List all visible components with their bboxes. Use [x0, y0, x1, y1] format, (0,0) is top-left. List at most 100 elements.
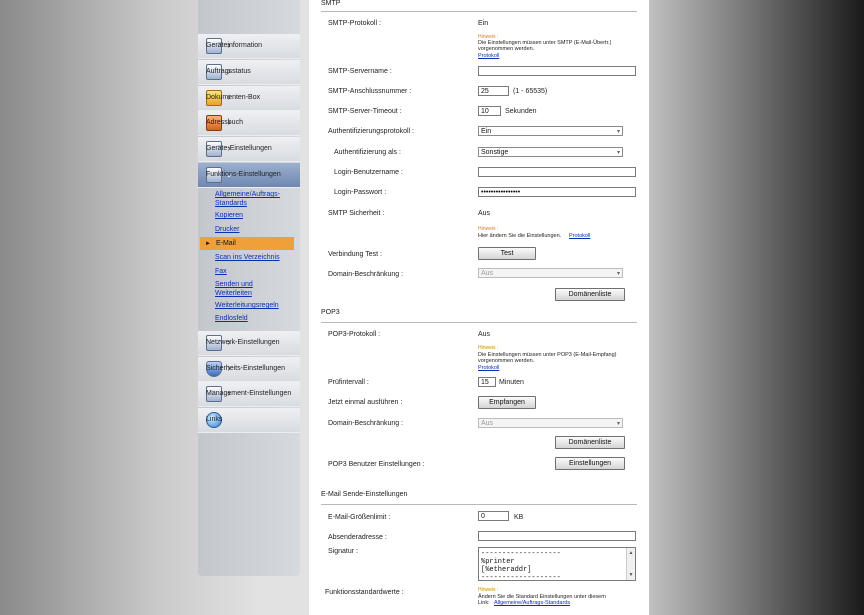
size-limit-unit: KB	[514, 514, 524, 521]
smtp-port-input[interactable]	[478, 86, 509, 96]
scroll-up-icon: ▲	[628, 550, 634, 556]
sidebar-item-network-settings[interactable]: Netzwerk-Einstellungen ›	[198, 331, 300, 356]
defaults-hint-title: Hinweis :	[478, 587, 499, 593]
signature-label: Signatur :	[328, 548, 358, 555]
smtp-hint-link[interactable]: Protokoll	[478, 53, 499, 59]
smtp-security-label: SMTP Sicherheit :	[328, 210, 385, 217]
pop3-domain-label: Domain-Beschränkung :	[328, 420, 404, 427]
smtp-protocol-value: Ein	[478, 20, 489, 27]
auth-protocol-value: Ein	[481, 127, 492, 135]
login-password-label: Login-Passwort :	[334, 189, 387, 196]
submenu-item-general-defaults[interactable]: Allgemeine/Auftrags-Standards	[215, 190, 295, 208]
smtp-port-label: SMTP-Anschlussnummer :	[328, 88, 412, 95]
auth-protocol-select[interactable]: Ein ▾	[478, 126, 623, 136]
pop3-domain-list-button[interactable]: Domänenliste	[555, 436, 625, 449]
pop3-domain-value: Aus	[481, 419, 494, 427]
divider	[321, 11, 637, 12]
chevron-down-icon: ▾	[616, 420, 620, 427]
submenu-item-scan-to-folder[interactable]: Scan ins Verzeichnis	[215, 253, 295, 262]
section-title-pop3: POP3	[321, 309, 340, 316]
smtp-server-input[interactable]	[478, 66, 636, 76]
section-title-smtp: SMTP	[321, 0, 341, 7]
sidebar-item-function-settings[interactable]: Funktions-Einstellungen ⌄	[198, 163, 300, 188]
size-limit-input[interactable]	[478, 511, 509, 521]
sidebar-item-label: Auftragsstatus	[206, 68, 251, 75]
divider	[321, 322, 637, 323]
sidebar-item-label: Dokumenten-Box	[206, 94, 261, 101]
signature-scrollbar[interactable]: ▲ ▼	[626, 548, 635, 580]
interval-label: Prüfintervall :	[328, 379, 369, 386]
chevron-down-icon: ▾	[616, 270, 620, 277]
sidebar-item-label: Management-Einstellungen	[206, 390, 292, 397]
auth-as-value: Sonstige	[481, 148, 509, 156]
login-password-input[interactable]	[478, 187, 636, 197]
security-hint-text: Hier ändern Sie die Einstellungen.	[478, 233, 562, 239]
scroll-down-icon: ▼	[628, 572, 634, 578]
sidebar-item-label: Funktions-Einstellungen	[206, 171, 281, 178]
sidebar-item-job-status[interactable]: Auftragsstatus ›	[198, 60, 300, 85]
main-panel: SMTP SMTP-Protokoll : Ein Hinweis : Die …	[309, 0, 649, 615]
sidebar-item-label: Geräteinformation	[206, 42, 263, 49]
interval-input[interactable]	[478, 377, 496, 387]
pop3-domain-select[interactable]: Aus ▾	[478, 418, 623, 428]
smtp-security-value: Aus	[478, 210, 491, 217]
chevron-down-icon: ▾	[616, 128, 620, 135]
smtp-timeout-unit: Sekunden	[505, 108, 537, 115]
test-button[interactable]: Test	[478, 247, 536, 260]
sidebar: Geräteinformation › Auftragsstatus › Dok…	[198, 0, 300, 576]
sidebar-item-label: Adressbuch	[206, 119, 243, 126]
security-hint-link[interactable]: Protokoll	[569, 233, 590, 239]
chevron-down-icon: ▾	[616, 149, 620, 156]
submenu-item-send-forward[interactable]: Senden und Weiterleiten	[215, 280, 265, 298]
sidebar-item-device-settings[interactable]: Geräte-Einstellungen ›	[198, 137, 300, 162]
smtp-domain-select[interactable]: Aus ▾	[478, 268, 623, 278]
sidebar-item-document-box[interactable]: Dokumenten-Box ›	[198, 86, 300, 111]
sidebar-item-security-settings[interactable]: Sicherheits-Einstellungen ›	[198, 357, 300, 382]
login-user-input[interactable]	[478, 167, 636, 177]
sidebar-item-management-settings[interactable]: Management-Einstellungen ›	[198, 382, 300, 407]
submenu-item-label: E-Mail	[215, 240, 236, 247]
sidebar-item-device-info[interactable]: Geräteinformation ›	[198, 34, 300, 59]
smtp-protocol-label: SMTP-Protokoll :	[328, 20, 381, 27]
smtp-hint-text: Die Einstellungen müssen unter SMTP (E-M…	[478, 40, 612, 52]
defaults-hint-link[interactable]: Allgemeine/Auftrags-Standards	[494, 600, 570, 606]
sender-address-input[interactable]	[478, 531, 636, 541]
sidebar-item-label: Links	[206, 416, 223, 423]
interval-unit: Minuten	[499, 379, 524, 386]
sidebar-item-label: Netzwerk-Einstellungen	[206, 339, 280, 346]
sidebar-item-links[interactable]: Links	[198, 408, 300, 433]
signature-textarea[interactable]: ------------------- %printer [%etheraddr…	[478, 547, 636, 581]
receive-button[interactable]: Empfangen	[478, 396, 536, 409]
auth-protocol-label: Authentifizierungsprotokoll :	[328, 128, 414, 135]
security-hint-title: Hinweis :	[478, 226, 499, 232]
connection-test-label: Verbindung Test :	[328, 251, 382, 258]
pop3-user-settings-button[interactable]: Einstellungen	[555, 457, 625, 470]
submenu-item-forward-rules[interactable]: Weiterleitungsregeln	[215, 301, 295, 310]
smtp-domain-value: Aus	[481, 269, 494, 277]
function-defaults-label: Funktionsstandardwerte :	[325, 589, 404, 596]
submenu-item-email[interactable]: ► E-Mail	[200, 237, 294, 250]
smtp-timeout-label: SMTP-Server-Timeout :	[328, 108, 402, 115]
section-title-send: E-Mail Sende-Einstellungen	[321, 491, 408, 498]
submenu-item-copy[interactable]: Kopieren	[215, 211, 295, 220]
auth-as-label: Authentifizierung als :	[334, 149, 401, 156]
submenu-item-endless[interactable]: Endlosfeld	[215, 314, 295, 323]
sidebar-item-label: Sicherheits-Einstellungen	[206, 365, 285, 372]
smtp-server-label: SMTP-Servername :	[328, 68, 392, 75]
login-user-label: Login-Benutzername :	[334, 169, 403, 176]
pop3-user-settings-label: POP3 Benutzer Einstellungen :	[328, 461, 425, 468]
size-limit-label: E-Mail-Größenlimit :	[328, 514, 391, 521]
submenu-item-printer[interactable]: Drucker	[215, 225, 295, 234]
run-once-label: Jetzt einmal ausführen :	[328, 399, 403, 406]
pop3-hint-text: Die Einstellungen müssen unter POP3 (E-M…	[478, 352, 617, 364]
arrow-right-icon: ►	[205, 240, 211, 247]
pop3-protocol-value: Aus	[478, 331, 491, 338]
pop3-hint-link[interactable]: Protokoll	[478, 365, 499, 371]
sidebar-item-address-book[interactable]: Adressbuch ›	[198, 111, 300, 136]
pop3-hint-title: Hinweis :	[478, 345, 499, 351]
smtp-domain-list-button[interactable]: Domänenliste	[555, 288, 625, 301]
smtp-timeout-input[interactable]	[478, 106, 501, 116]
submenu-item-fax[interactable]: Fax	[215, 267, 295, 276]
auth-as-select[interactable]: Sonstige ▾	[478, 147, 623, 157]
pop3-protocol-label: POP3-Protokoll :	[328, 331, 381, 338]
